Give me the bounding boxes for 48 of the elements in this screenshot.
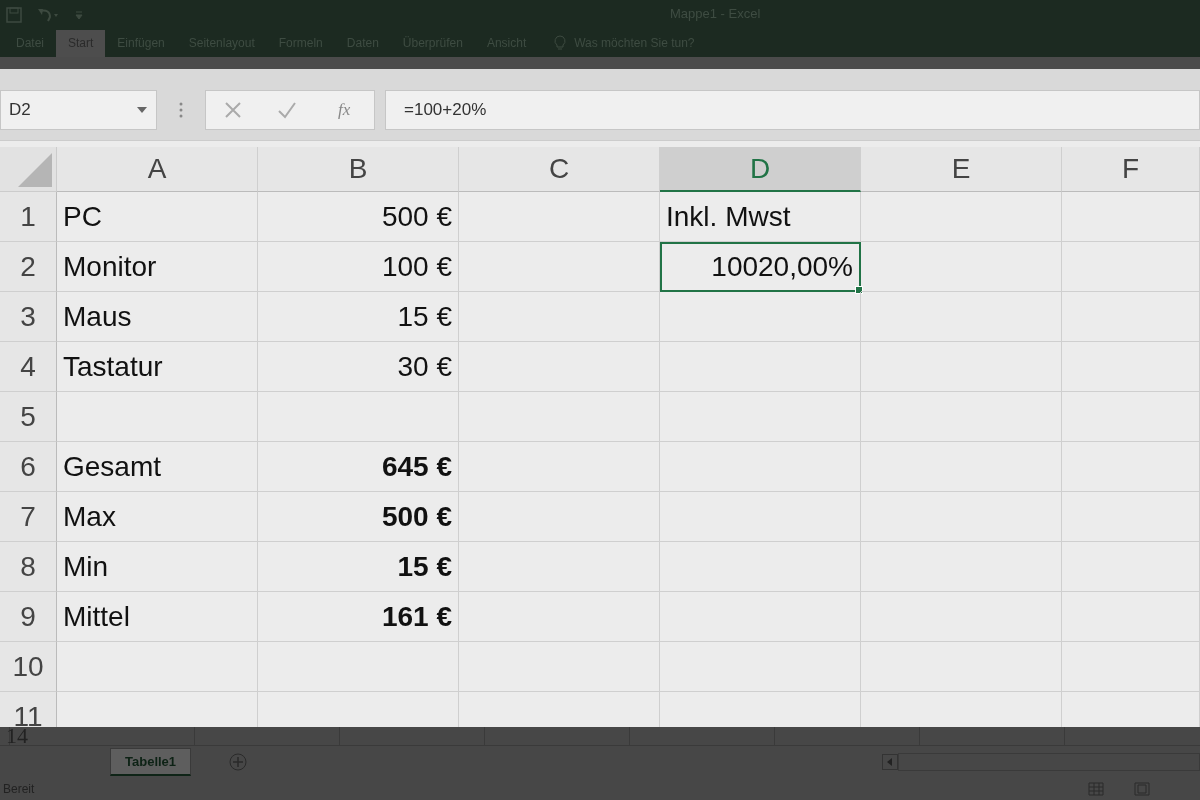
table-cell: PC [57,192,258,243]
row-header[interactable]: 2 [0,242,57,293]
lightbulb-icon [554,35,567,52]
row-header[interactable]: 6 [0,442,57,493]
row-header[interactable]: 11 [0,692,57,727]
row-header[interactable]: 7 [0,492,57,543]
enter-check-icon[interactable] [276,100,297,119]
dropdown-caret-icon[interactable] [136,105,148,114]
table-cell: 100 € [258,242,459,293]
table-cell: Mittel [57,592,258,643]
table-cell: 500 € [258,492,459,543]
formula-field[interactable]: =100+20% [385,89,1200,130]
table-cell: Tastatur [57,342,258,393]
save-icon[interactable] [6,6,22,23]
row-header[interactable]: 9 [0,592,57,643]
table-cell: Max [57,492,258,543]
column-header[interactable]: D [660,147,861,193]
table-cell: 500 € [258,192,459,243]
table-cell: Monitor [57,242,258,293]
table-cell: Inkl. Mwst [660,192,861,243]
column-header[interactable]: B [258,147,459,193]
table-cell: 161 € [258,592,459,643]
add-sheet-icon[interactable] [229,753,248,771]
row-header[interactable]: 5 [0,392,57,443]
cancel-icon[interactable] [223,100,242,119]
table-cell: Gesamt [57,442,258,493]
table-cell: Min [57,542,258,593]
table-cell: 15 € [258,542,459,593]
column-header[interactable]: A [57,147,258,193]
row-header[interactable]: 10 [0,642,57,693]
table-cell: 30 € [258,342,459,393]
undo-icon[interactable] [36,6,60,23]
column-header[interactable]: F [1062,147,1200,193]
table-cell: 10020,00% [660,242,861,293]
row-header[interactable]: 3 [0,292,57,343]
table-cell: 15 € [258,292,459,343]
name-box[interactable]: D2 [0,89,157,130]
table-cell: Maus [57,292,258,343]
customize-icon[interactable] [74,8,84,21]
scroll-left-icon[interactable] [882,754,898,770]
table-cell: 645 € [258,442,459,493]
row-header[interactable]: 1 [0,192,57,243]
column-header[interactable]: C [459,147,660,193]
grip-icon[interactable] [179,100,183,119]
row-header[interactable]: 4 [0,342,57,393]
row-header[interactable]: 8 [0,542,57,593]
select-all-icon[interactable] [18,153,52,188]
column-header[interactable]: E [861,147,1062,193]
